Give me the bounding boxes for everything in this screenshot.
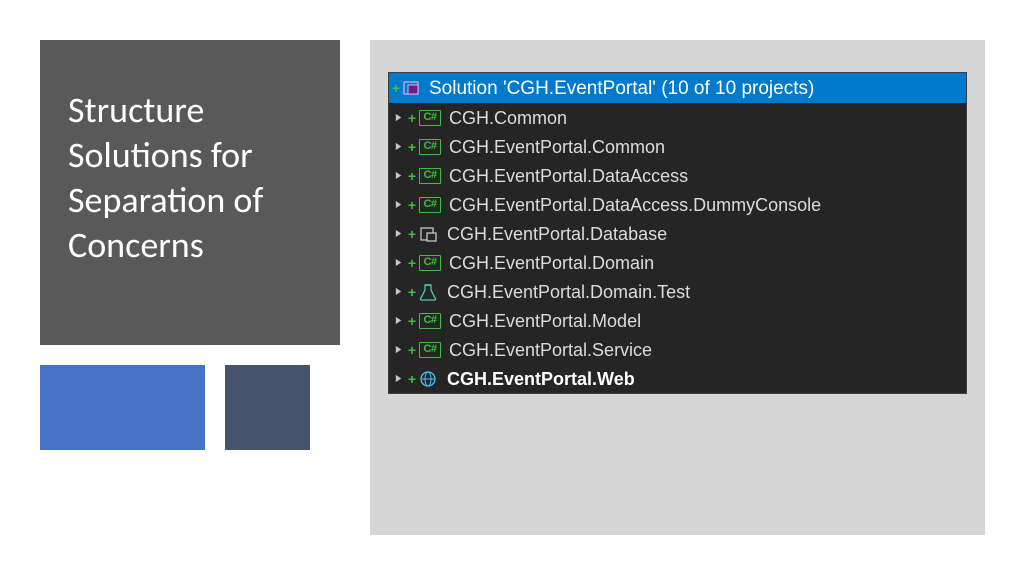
database-project-icon — [419, 225, 439, 243]
teal-rect — [225, 365, 310, 450]
web-project-icon — [419, 370, 439, 388]
project-row[interactable]: +C# CGH.EventPortal.DataAccess.DummyConso… — [389, 190, 966, 219]
csharp-project-icon: C# — [419, 313, 441, 329]
projects-list: +C#CGH.Common+C#CGH.EventPortal.Common+C… — [389, 103, 966, 393]
project-label: CGH.EventPortal.Common — [449, 138, 665, 156]
plus-icon: + — [407, 198, 417, 212]
left-column: Structure Solutions for Separation of Co… — [40, 40, 340, 450]
slide-title: Structure Solutions for Separation of Co… — [68, 88, 312, 268]
project-row[interactable]: +C# CGH.EventPortal.Domain — [389, 248, 966, 277]
plus-icon: + — [407, 227, 417, 241]
project-row[interactable]: +C# CGH.EventPortal.Model — [389, 306, 966, 335]
project-row[interactable]: +C# CGH.EventPortal.DataAccess — [389, 161, 966, 190]
expand-icon[interactable] — [391, 169, 405, 183]
project-label: CGH.EventPortal.Model — [449, 312, 641, 330]
plus-icon: + — [407, 256, 417, 270]
csharp-project-icon: C# — [419, 139, 441, 155]
csharp-project-icon: C# — [419, 168, 441, 184]
solution-explorer: + Solution 'CGH.EventPortal' (10 of 10 p… — [388, 72, 967, 394]
csharp-project-icon: C# — [419, 255, 441, 271]
plus-icon: + — [407, 314, 417, 328]
expand-icon[interactable] — [391, 140, 405, 154]
project-label: CGH.EventPortal.Domain.Test — [447, 283, 690, 301]
project-row[interactable]: +C# CGH.Common — [389, 103, 966, 132]
solution-label: Solution 'CGH.EventPortal' (10 of 10 pro… — [429, 79, 814, 98]
plus-icon: + — [407, 169, 417, 183]
project-label: CGH.EventPortal.Web — [447, 370, 635, 388]
csharp-project-icon: C# — [419, 110, 441, 126]
plus-icon: + — [391, 81, 401, 95]
plus-icon: + — [407, 372, 417, 386]
decoration-row — [40, 365, 340, 450]
project-row[interactable]: +C# CGH.EventPortal.Common — [389, 132, 966, 161]
expand-icon[interactable] — [391, 227, 405, 241]
project-label: CGH.Common — [449, 109, 567, 127]
expand-icon[interactable] — [391, 372, 405, 386]
project-row[interactable]: + CGH.EventPortal.Domain.Test — [389, 277, 966, 306]
csharp-project-icon: C# — [419, 197, 441, 213]
project-label: CGH.EventPortal.Database — [447, 225, 667, 243]
expand-icon[interactable] — [391, 285, 405, 299]
solution-row[interactable]: + Solution 'CGH.EventPortal' (10 of 10 p… — [389, 73, 966, 103]
expand-icon[interactable] — [391, 111, 405, 125]
project-row[interactable]: + CGH.EventPortal.Database — [389, 219, 966, 248]
project-label: CGH.EventPortal.Domain — [449, 254, 654, 272]
project-label: CGH.EventPortal.Service — [449, 341, 652, 359]
plus-icon: + — [407, 140, 417, 154]
test-project-icon — [419, 283, 439, 301]
plus-icon: + — [407, 343, 417, 357]
expand-icon[interactable] — [391, 256, 405, 270]
project-row[interactable]: + CGH.EventPortal.Web — [389, 364, 966, 393]
expand-icon[interactable] — [391, 198, 405, 212]
project-row[interactable]: +C# CGH.EventPortal.Service — [389, 335, 966, 364]
project-label: CGH.EventPortal.DataAccess.DummyConsole — [449, 196, 821, 214]
solution-icon — [403, 79, 423, 97]
expand-icon[interactable] — [391, 314, 405, 328]
blue-rect — [40, 365, 205, 450]
csharp-project-icon: C# — [419, 342, 441, 358]
expand-icon[interactable] — [391, 343, 405, 357]
title-block: Structure Solutions for Separation of Co… — [40, 40, 340, 345]
plus-icon: + — [407, 285, 417, 299]
right-panel: + Solution 'CGH.EventPortal' (10 of 10 p… — [370, 40, 985, 535]
project-label: CGH.EventPortal.DataAccess — [449, 167, 688, 185]
plus-icon: + — [407, 111, 417, 125]
slide: Structure Solutions for Separation of Co… — [0, 0, 1024, 576]
